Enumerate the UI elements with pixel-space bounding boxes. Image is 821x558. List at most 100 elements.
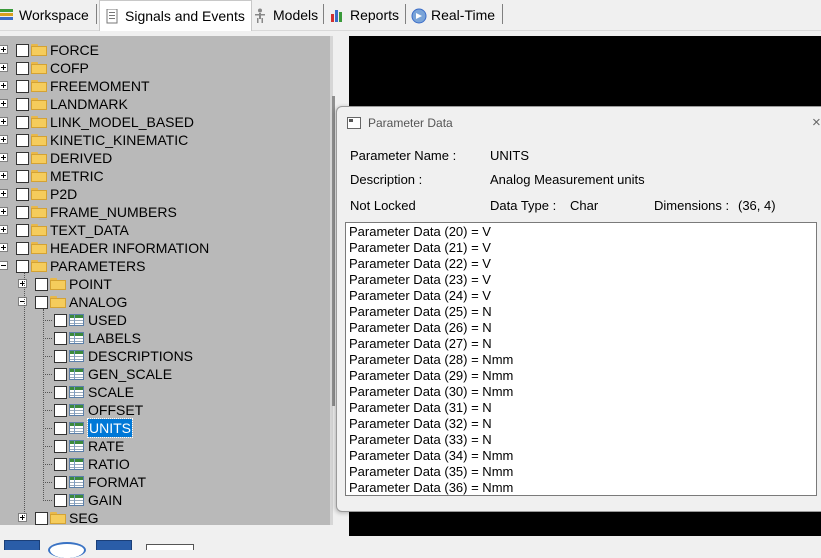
expand-plus-icon[interactable]	[0, 189, 8, 198]
tree-item-checkbox[interactable]	[54, 494, 67, 507]
tree-item-checkbox[interactable]	[35, 296, 48, 309]
tree-item[interactable]: LINK_MODEL_BASED	[0, 113, 330, 131]
tree-item-label[interactable]: PARAMETERS	[50, 257, 145, 275]
expand-plus-icon[interactable]	[0, 225, 8, 234]
tree-item-checkbox[interactable]	[35, 278, 48, 291]
tree-item-label[interactable]: ANALOG	[69, 293, 127, 311]
tree-item-checkbox[interactable]	[16, 170, 29, 183]
tab-real-time[interactable]: Real-Time	[411, 2, 495, 28]
tree-item[interactable]: KINETIC_KINEMATIC	[0, 131, 330, 149]
expand-plus-icon[interactable]	[18, 513, 27, 522]
tree-item-checkbox[interactable]	[54, 476, 67, 489]
tree-item[interactable]: DESCRIPTIONS	[0, 347, 330, 365]
tree-item-checkbox[interactable]	[16, 188, 29, 201]
expand-plus-icon[interactable]	[0, 171, 8, 180]
tree-item-label[interactable]: RATIO	[88, 455, 130, 473]
expand-plus-icon[interactable]	[0, 117, 8, 126]
play-button[interactable]	[48, 542, 86, 558]
tree-item-checkbox[interactable]	[35, 512, 48, 525]
tree-item-checkbox[interactable]	[54, 332, 67, 345]
tab-workspace[interactable]: Workspace	[0, 2, 89, 28]
tree-item[interactable]: COFP	[0, 59, 330, 77]
tree-item[interactable]: USED	[0, 311, 330, 329]
tree-item-label[interactable]: LANDMARK	[50, 95, 128, 113]
tree-item[interactable]: GAIN	[0, 491, 330, 509]
tree-item[interactable]: GEN_SCALE	[0, 365, 330, 383]
tree-item-label[interactable]: UNITS	[87, 418, 133, 438]
tree-item-checkbox[interactable]	[54, 422, 67, 435]
tree-item-checkbox[interactable]	[16, 206, 29, 219]
close-icon[interactable]: ×	[812, 114, 821, 131]
tree-item[interactable]: ANALOG	[0, 293, 330, 311]
tree-item[interactable]: SCALE	[0, 383, 330, 401]
tree-item-label[interactable]: KINETIC_KINEMATIC	[50, 131, 188, 149]
tree-item-checkbox[interactable]	[16, 80, 29, 93]
tree-item-label[interactable]: DESCRIPTIONS	[88, 347, 193, 365]
tree-item[interactable]: FREEMOMENT	[0, 77, 330, 95]
tab-models[interactable]: Models	[253, 2, 318, 28]
tree-item[interactable]: FORMAT	[0, 473, 330, 491]
tree-item-checkbox[interactable]	[54, 386, 67, 399]
parameter-values-list[interactable]: Parameter Data (20) = V Parameter Data (2…	[345, 222, 817, 496]
tree-item[interactable]: UNITS	[0, 418, 330, 438]
tree-item-checkbox[interactable]	[54, 404, 67, 417]
tree-item-checkbox[interactable]	[16, 134, 29, 147]
tree-item-checkbox[interactable]	[54, 350, 67, 363]
tree-item-label[interactable]: SCALE	[88, 383, 134, 401]
tree-item-label[interactable]: GEN_SCALE	[88, 365, 172, 383]
tree-item[interactable]: DERIVED	[0, 149, 330, 167]
tree-scrollbar-thumb[interactable]	[332, 96, 335, 406]
expand-plus-icon[interactable]	[0, 243, 8, 252]
frame-number-field[interactable]	[146, 544, 194, 550]
tree-item[interactable]: P2D	[0, 185, 330, 203]
expand-plus-icon[interactable]	[0, 81, 8, 90]
tree-item[interactable]: METRIC	[0, 167, 330, 185]
tree-item-checkbox[interactable]	[16, 98, 29, 111]
tree-item-label[interactable]: DERIVED	[50, 149, 112, 167]
expand-plus-icon[interactable]	[0, 99, 8, 108]
tree-item-label[interactable]: USED	[88, 311, 127, 329]
tree-item[interactable]: SEG	[0, 509, 330, 525]
tree-item-label[interactable]: TEXT_DATA	[50, 221, 129, 239]
expand-plus-icon[interactable]	[0, 207, 8, 216]
tab-signals-and-events[interactable]: Signals and Events	[99, 0, 252, 31]
collapse-minus-icon[interactable]	[18, 297, 27, 306]
tree-item-label[interactable]: FRAME_NUMBERS	[50, 203, 177, 221]
tree-item[interactable]: RATE	[0, 437, 330, 455]
tree-item[interactable]: TEXT_DATA	[0, 221, 330, 239]
dialog-titlebar[interactable]: Parameter Data ×	[337, 107, 821, 139]
tree-item[interactable]: LANDMARK	[0, 95, 330, 113]
tree-item-checkbox[interactable]	[16, 152, 29, 165]
expand-plus-icon[interactable]	[0, 63, 8, 72]
tree-item-label[interactable]: HEADER INFORMATION	[50, 239, 209, 257]
tree-item-checkbox[interactable]	[54, 314, 67, 327]
tree-item-label[interactable]: COFP	[50, 59, 89, 77]
expand-plus-icon[interactable]	[0, 45, 8, 54]
tree-item-checkbox[interactable]	[16, 242, 29, 255]
tree-item-checkbox[interactable]	[16, 62, 29, 75]
tree-item-label[interactable]: RATE	[88, 437, 124, 455]
tree-item-label[interactable]: P2D	[50, 185, 77, 203]
tree-item[interactable]: LABELS	[0, 329, 330, 347]
tree-item[interactable]: POINT	[0, 275, 330, 293]
tab-reports[interactable]: Reports	[330, 2, 399, 28]
tree-item-checkbox[interactable]	[16, 116, 29, 129]
tree-item-checkbox[interactable]	[16, 260, 29, 273]
tree-item-label[interactable]: OFFSET	[88, 401, 143, 419]
tree-item[interactable]: HEADER INFORMATION	[0, 239, 330, 257]
tree-item[interactable]: RATIO	[0, 455, 330, 473]
expand-plus-icon[interactable]	[0, 135, 8, 144]
tree-item[interactable]: OFFSET	[0, 401, 330, 419]
expand-plus-icon[interactable]	[0, 153, 8, 162]
tree-item-label[interactable]: FORMAT	[88, 473, 146, 491]
tree-item-checkbox[interactable]	[16, 224, 29, 237]
tree-item-checkbox[interactable]	[54, 368, 67, 381]
tree-item-label[interactable]: POINT	[69, 275, 112, 293]
tree-item-label[interactable]: SEG	[69, 509, 99, 525]
tree-item[interactable]: PARAMETERS	[0, 257, 330, 275]
tree-item-label[interactable]: FORCE	[50, 41, 99, 59]
tree-item-label[interactable]: LABELS	[88, 329, 141, 347]
tree-item[interactable]: FRAME_NUMBERS	[0, 203, 330, 221]
collapse-minus-icon[interactable]	[0, 261, 8, 270]
tree-item-label[interactable]: GAIN	[88, 491, 122, 509]
